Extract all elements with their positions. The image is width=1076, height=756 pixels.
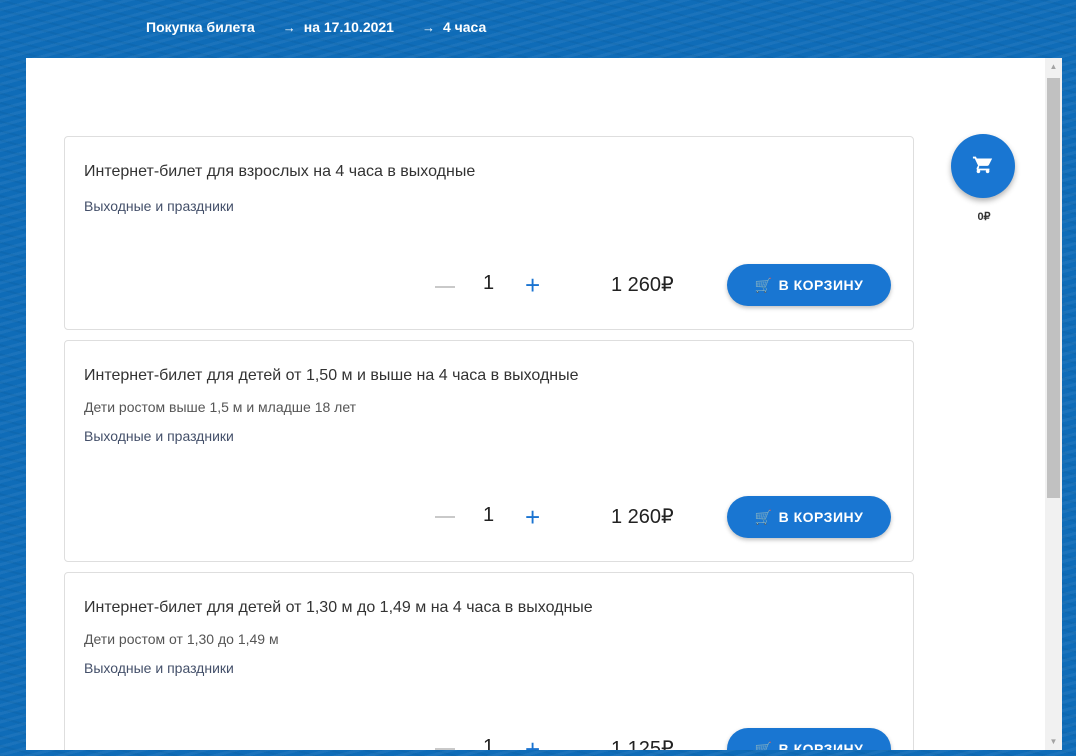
add-to-cart-button[interactable]: 🛒 В КОРЗИНУ [727, 264, 891, 306]
add-to-cart-label: В КОРЗИНУ [778, 277, 864, 293]
add-to-cart-button[interactable]: 🛒 В КОРЗИНУ [727, 496, 891, 538]
ticket-price: 1 260₽ [611, 274, 674, 296]
add-to-cart-label: В КОРЗИНУ [778, 509, 864, 525]
add-to-cart-icon: 🛒 [754, 740, 773, 751]
cart-button[interactable] [951, 134, 1015, 198]
ticket-tag: Выходные и праздники [84, 428, 234, 444]
add-to-cart-button[interactable]: 🛒 В КОРЗИНУ [727, 728, 891, 750]
add-to-cart-icon: 🛒 [754, 508, 773, 525]
plus-icon[interactable]: + [525, 736, 540, 750]
plus-icon[interactable]: + [525, 504, 540, 530]
breadcrumb-label: Покупка билета [146, 19, 255, 35]
quantity-value: 1 [483, 272, 495, 294]
ticket-title: Интернет-билет для детей от 1,50 м и выш… [84, 367, 579, 384]
plus-icon[interactable]: + [525, 272, 540, 298]
arrow-right-icon: → [282, 19, 296, 35]
ticket-subtitle: Дети ростом выше 1,5 м и младше 18 лет [84, 399, 357, 415]
scroll-thumb[interactable] [1047, 78, 1060, 498]
breadcrumb-label: 4 часа [442, 19, 487, 35]
quantity-value: 1 [483, 736, 495, 750]
vertical-scrollbar[interactable]: ▲ ▼ [1045, 58, 1062, 750]
breadcrumb: Покупка билета → на 17.10.2021 → 4 часа [146, 17, 486, 37]
ticket-tag: Выходные и праздники [84, 660, 234, 676]
add-to-cart-label: В КОРЗИНУ [778, 741, 864, 750]
ticket-tag: Выходные и праздники [84, 198, 234, 214]
ticket-title: Интернет-билет для взрослых на 4 часа в … [84, 163, 476, 180]
minus-icon[interactable] [435, 286, 455, 288]
ticket-card: Интернет-билет для взрослых на 4 часа в … [64, 136, 914, 330]
scroll-down-arrow[interactable]: ▼ [1045, 733, 1062, 750]
minus-icon[interactable] [435, 748, 455, 750]
breadcrumb-step-purchase[interactable]: Покупка билета [146, 19, 255, 35]
tickets-panel: Интернет-билет для взрослых на 4 часа в … [26, 58, 1045, 750]
cart-total: 0₽ [977, 211, 991, 223]
ticket-card: Интернет-билет для детей от 1,50 м и выш… [64, 340, 914, 562]
scroll-up-arrow[interactable]: ▲ [1045, 58, 1062, 75]
shopping-cart-icon [972, 153, 994, 180]
arrow-right-icon: → [421, 19, 435, 35]
quantity-value: 1 [483, 504, 495, 526]
ticket-price: 1 260₽ [611, 506, 674, 528]
ticket-title: Интернет-билет для детей от 1,30 м до 1,… [84, 599, 593, 616]
breadcrumb-label: на 17.10.2021 [303, 19, 394, 35]
breadcrumb-step-date[interactable]: → на 17.10.2021 [283, 19, 394, 35]
ticket-subtitle: Дети ростом от 1,30 до 1,49 м [84, 631, 279, 647]
minus-icon[interactable] [435, 516, 455, 518]
ticket-price: 1 125₽ [611, 738, 674, 750]
add-to-cart-icon: 🛒 [754, 276, 773, 293]
ticket-card: Интернет-билет для детей от 1,30 м до 1,… [64, 572, 914, 750]
breadcrumb-step-duration[interactable]: → 4 часа [422, 19, 486, 35]
